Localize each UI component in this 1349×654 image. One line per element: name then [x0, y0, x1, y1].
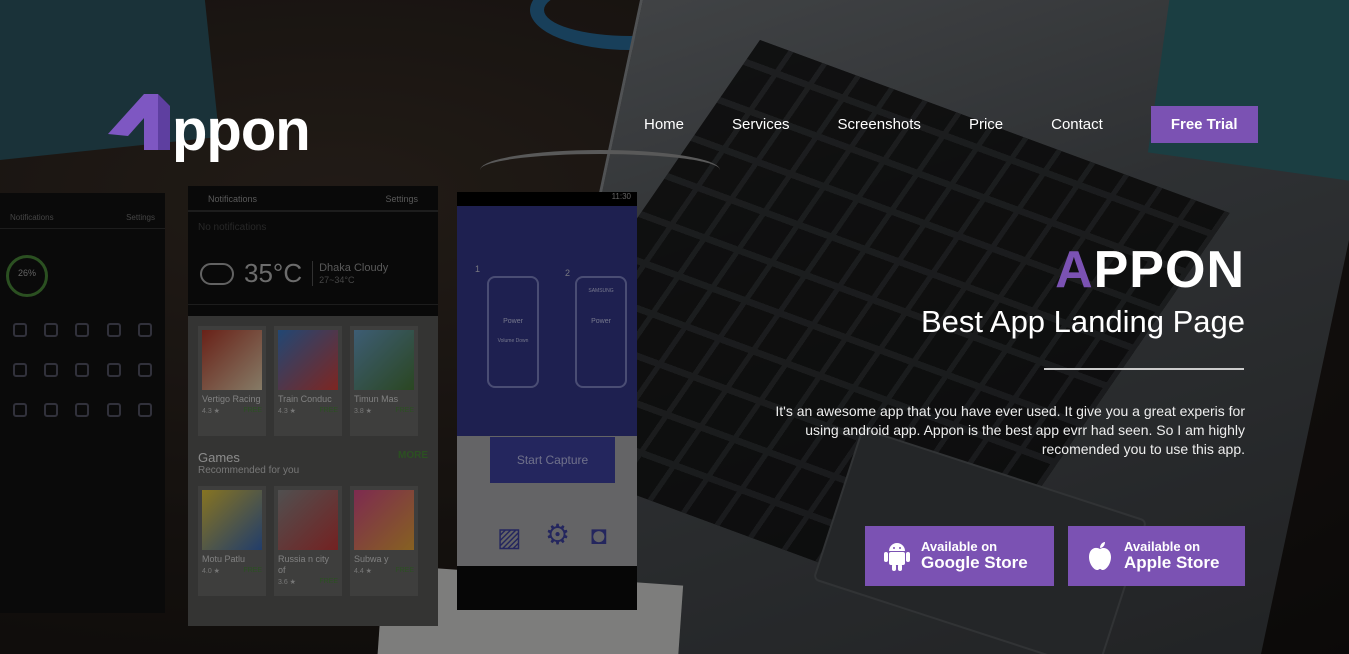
apple-icon	[1086, 540, 1114, 572]
divider	[1044, 368, 1244, 370]
apple-store-line1: Available on	[1124, 538, 1201, 554]
main-nav: Home Services Screenshots Price Contact …	[620, 105, 1258, 143]
apple-store-button[interactable]: Available on Apple Store	[1068, 526, 1245, 586]
nav-price[interactable]: Price	[969, 116, 1003, 133]
google-store-line2: Google Store	[921, 552, 1028, 572]
hero-subtitle: Best App Landing Page	[920, 304, 1245, 339]
google-store-text: Available on Google Store	[921, 538, 1028, 573]
free-trial-button[interactable]: Free Trial	[1150, 105, 1258, 143]
nav-screenshots[interactable]: Screenshots	[838, 116, 921, 133]
svg-text:ppon: ppon	[172, 98, 310, 163]
logo-mark: ppon	[108, 94, 311, 163]
apple-store-text: Available on Apple Store	[1124, 538, 1220, 573]
hero-title: APPON	[921, 244, 1245, 296]
nav-services[interactable]: Services	[732, 116, 790, 133]
hero-headline: APPON Best App Landing Page	[921, 244, 1245, 340]
logo[interactable]: ppon	[106, 92, 346, 172]
hero-title-rest: PPON	[1093, 241, 1245, 299]
google-store-line1: Available on	[921, 538, 998, 554]
android-icon	[883, 540, 911, 572]
hero-title-accent: A	[1055, 241, 1094, 299]
nav-home[interactable]: Home	[644, 116, 684, 133]
google-store-button[interactable]: Available on Google Store	[865, 526, 1054, 586]
hero-description: It's an awesome app that you have ever u…	[775, 403, 1245, 457]
nav-contact[interactable]: Contact	[1051, 116, 1103, 133]
apple-store-line2: Apple Store	[1124, 552, 1220, 572]
